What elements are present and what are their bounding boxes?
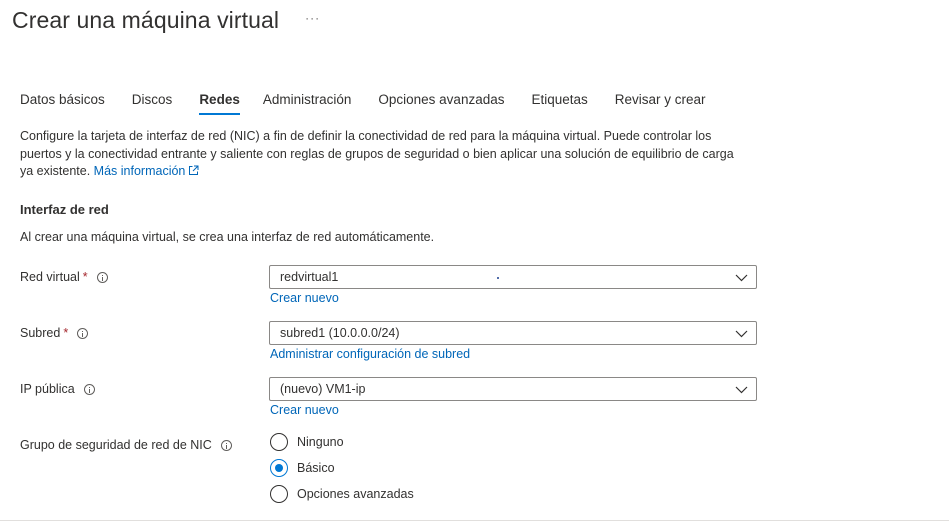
chevron-down-icon bbox=[735, 274, 748, 282]
info-icon[interactable] bbox=[77, 327, 89, 339]
public-ip-label-text: IP pública bbox=[20, 382, 75, 396]
tab-discos[interactable]: Discos bbox=[132, 90, 173, 110]
subnet-dropdown[interactable]: subred1 (10.0.0.0/24) bbox=[269, 321, 757, 345]
public-ip-label: IP pública bbox=[20, 382, 95, 396]
info-icon[interactable] bbox=[220, 439, 232, 451]
learn-more-link[interactable]: Más información bbox=[94, 164, 200, 178]
tab-opciones-avanzadas[interactable]: Opciones avanzadas bbox=[378, 90, 504, 110]
tab-datos-basicos[interactable]: Datos básicos bbox=[20, 90, 105, 110]
virtual-network-label: Red virtual * bbox=[20, 270, 108, 284]
virtual-network-value: redvirtual1 bbox=[280, 270, 339, 284]
create-new-public-ip-link[interactable]: Crear nuevo bbox=[270, 403, 339, 417]
tab-redes[interactable]: Redes bbox=[199, 90, 240, 115]
radio-option-basico[interactable]: Básico bbox=[270, 459, 335, 477]
chevron-down-icon bbox=[735, 330, 748, 338]
manage-subnet-link[interactable]: Administrar configuración de subred bbox=[270, 347, 470, 361]
radio-option-opciones-avanzadas[interactable]: Opciones avanzadas bbox=[270, 485, 414, 503]
virtual-network-label-text: Red virtual bbox=[20, 270, 80, 284]
page-title: Crear una máquina virtual bbox=[12, 6, 280, 33]
subnet-label: Subred * bbox=[20, 326, 89, 340]
radio-basico[interactable] bbox=[270, 459, 288, 477]
radio-label-ninguno: Ninguno bbox=[297, 435, 344, 449]
learn-more-label[interactable]: Más información bbox=[94, 164, 186, 178]
divider bbox=[0, 520, 949, 521]
radio-option-ninguno[interactable]: Ninguno bbox=[270, 433, 344, 451]
section-description: Al crear una máquina virtual, se crea un… bbox=[20, 230, 435, 244]
section-title-network-interface: Interfaz de red bbox=[20, 202, 109, 217]
create-new-vnet-link[interactable]: Crear nuevo bbox=[270, 291, 339, 305]
tab-administracion[interactable]: Administración bbox=[263, 90, 352, 110]
nic-nsg-label: Grupo de seguridad de red de NIC bbox=[20, 438, 232, 452]
radio-label-opciones-avanzadas: Opciones avanzadas bbox=[297, 487, 414, 501]
tab-revisar-y-crear[interactable]: Revisar y crear bbox=[615, 90, 706, 110]
page-header: Crear una máquina virtual ··· bbox=[12, 4, 320, 36]
artifact-dot bbox=[497, 277, 499, 279]
virtual-network-dropdown[interactable]: redvirtual1 bbox=[269, 265, 757, 289]
more-icon[interactable]: ··· bbox=[305, 11, 320, 25]
subnet-value: subred1 (10.0.0.0/24) bbox=[280, 326, 400, 340]
info-icon[interactable] bbox=[96, 271, 108, 283]
radio-ninguno[interactable] bbox=[270, 433, 288, 451]
public-ip-value: (nuevo) VM1-ip bbox=[280, 382, 366, 396]
radio-label-basico: Básico bbox=[297, 461, 335, 475]
tab-etiquetas[interactable]: Etiquetas bbox=[531, 90, 587, 110]
public-ip-dropdown[interactable]: (nuevo) VM1-ip bbox=[269, 377, 757, 401]
nic-nsg-label-text: Grupo de seguridad de red de NIC bbox=[20, 438, 212, 452]
external-link-icon bbox=[189, 165, 199, 175]
wizard-tabs: Datos básicos Discos Redes Administració… bbox=[20, 90, 733, 116]
required-marker: * bbox=[82, 270, 88, 284]
subnet-label-text: Subred bbox=[20, 326, 61, 340]
required-marker: * bbox=[63, 326, 69, 340]
chevron-down-icon bbox=[735, 386, 748, 394]
info-icon[interactable] bbox=[83, 383, 95, 395]
networking-description: Configure la tarjeta de interfaz de red … bbox=[20, 128, 750, 181]
radio-opciones-avanzadas[interactable] bbox=[270, 485, 288, 503]
